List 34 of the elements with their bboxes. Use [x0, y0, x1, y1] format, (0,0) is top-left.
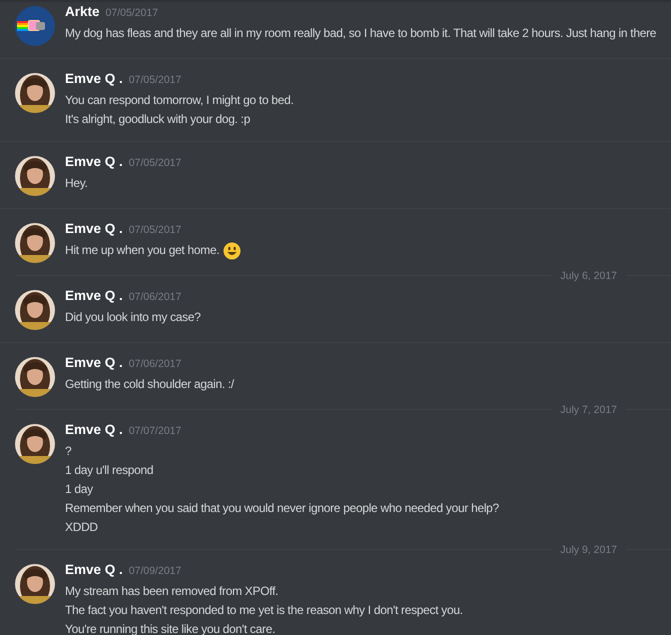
message-text: My stream has been removed from XPOff.	[65, 583, 278, 600]
author-name[interactable]: Emve Q .	[65, 154, 123, 169]
author-name[interactable]: Emve Q .	[65, 71, 123, 86]
message-text: Hey.	[65, 175, 88, 192]
author-name[interactable]: Emve Q .	[65, 562, 123, 577]
message-text: Remember when you said that you would never ignore people who needed your help?	[65, 500, 499, 517]
message-text: 1 day u'll respond	[65, 462, 154, 479]
message-text: Did you look into my case?	[65, 309, 201, 326]
message-text: It's alright, goodluck with your dog. :p	[65, 111, 250, 128]
message-text: ?	[65, 443, 72, 460]
message-text: The fact you haven't responded to me yet is the reason why I don't respect you.	[65, 602, 463, 619]
timestamp: 07/05/2017	[128, 224, 182, 236]
timestamp: 07/05/2017	[106, 7, 158, 19]
author-name[interactable]: Emve Q .	[65, 221, 123, 236]
message-text: My dog has fleas and they are all in my room really bad, so I have to bomb it. That will take 2 hours. Just hang in there	[65, 25, 656, 42]
date-divider-label: July 9, 2017	[559, 544, 618, 556]
nyan-cat-icon	[15, 6, 55, 46]
timestamp: 07/09/2017	[128, 565, 182, 577]
message-text: 1 day	[65, 481, 93, 498]
author-name[interactable]: Emve Q .	[65, 422, 123, 437]
timestamp: 07/07/2017	[128, 425, 182, 437]
date-divider-label: July 6, 2017	[559, 270, 618, 282]
date-divider-label: July 7, 2017	[559, 404, 618, 416]
timestamp: 07/06/2017	[128, 291, 182, 303]
timestamp: 07/05/2017	[128, 157, 182, 169]
timestamp: 07/06/2017	[128, 358, 182, 370]
timestamp: 07/05/2017	[128, 74, 182, 86]
author-name[interactable]: Arkte	[65, 4, 100, 19]
message-text: XDDD	[65, 519, 98, 536]
message-text: Hit me up when you get home.	[65, 242, 220, 259]
author-name[interactable]: Emve Q .	[65, 288, 123, 303]
message-text: You can respond tomorrow, I might go to bed.	[65, 92, 294, 109]
author-name[interactable]: Emve Q .	[65, 355, 123, 370]
message-text: Getting the cold shoulder again. :/	[65, 376, 234, 393]
